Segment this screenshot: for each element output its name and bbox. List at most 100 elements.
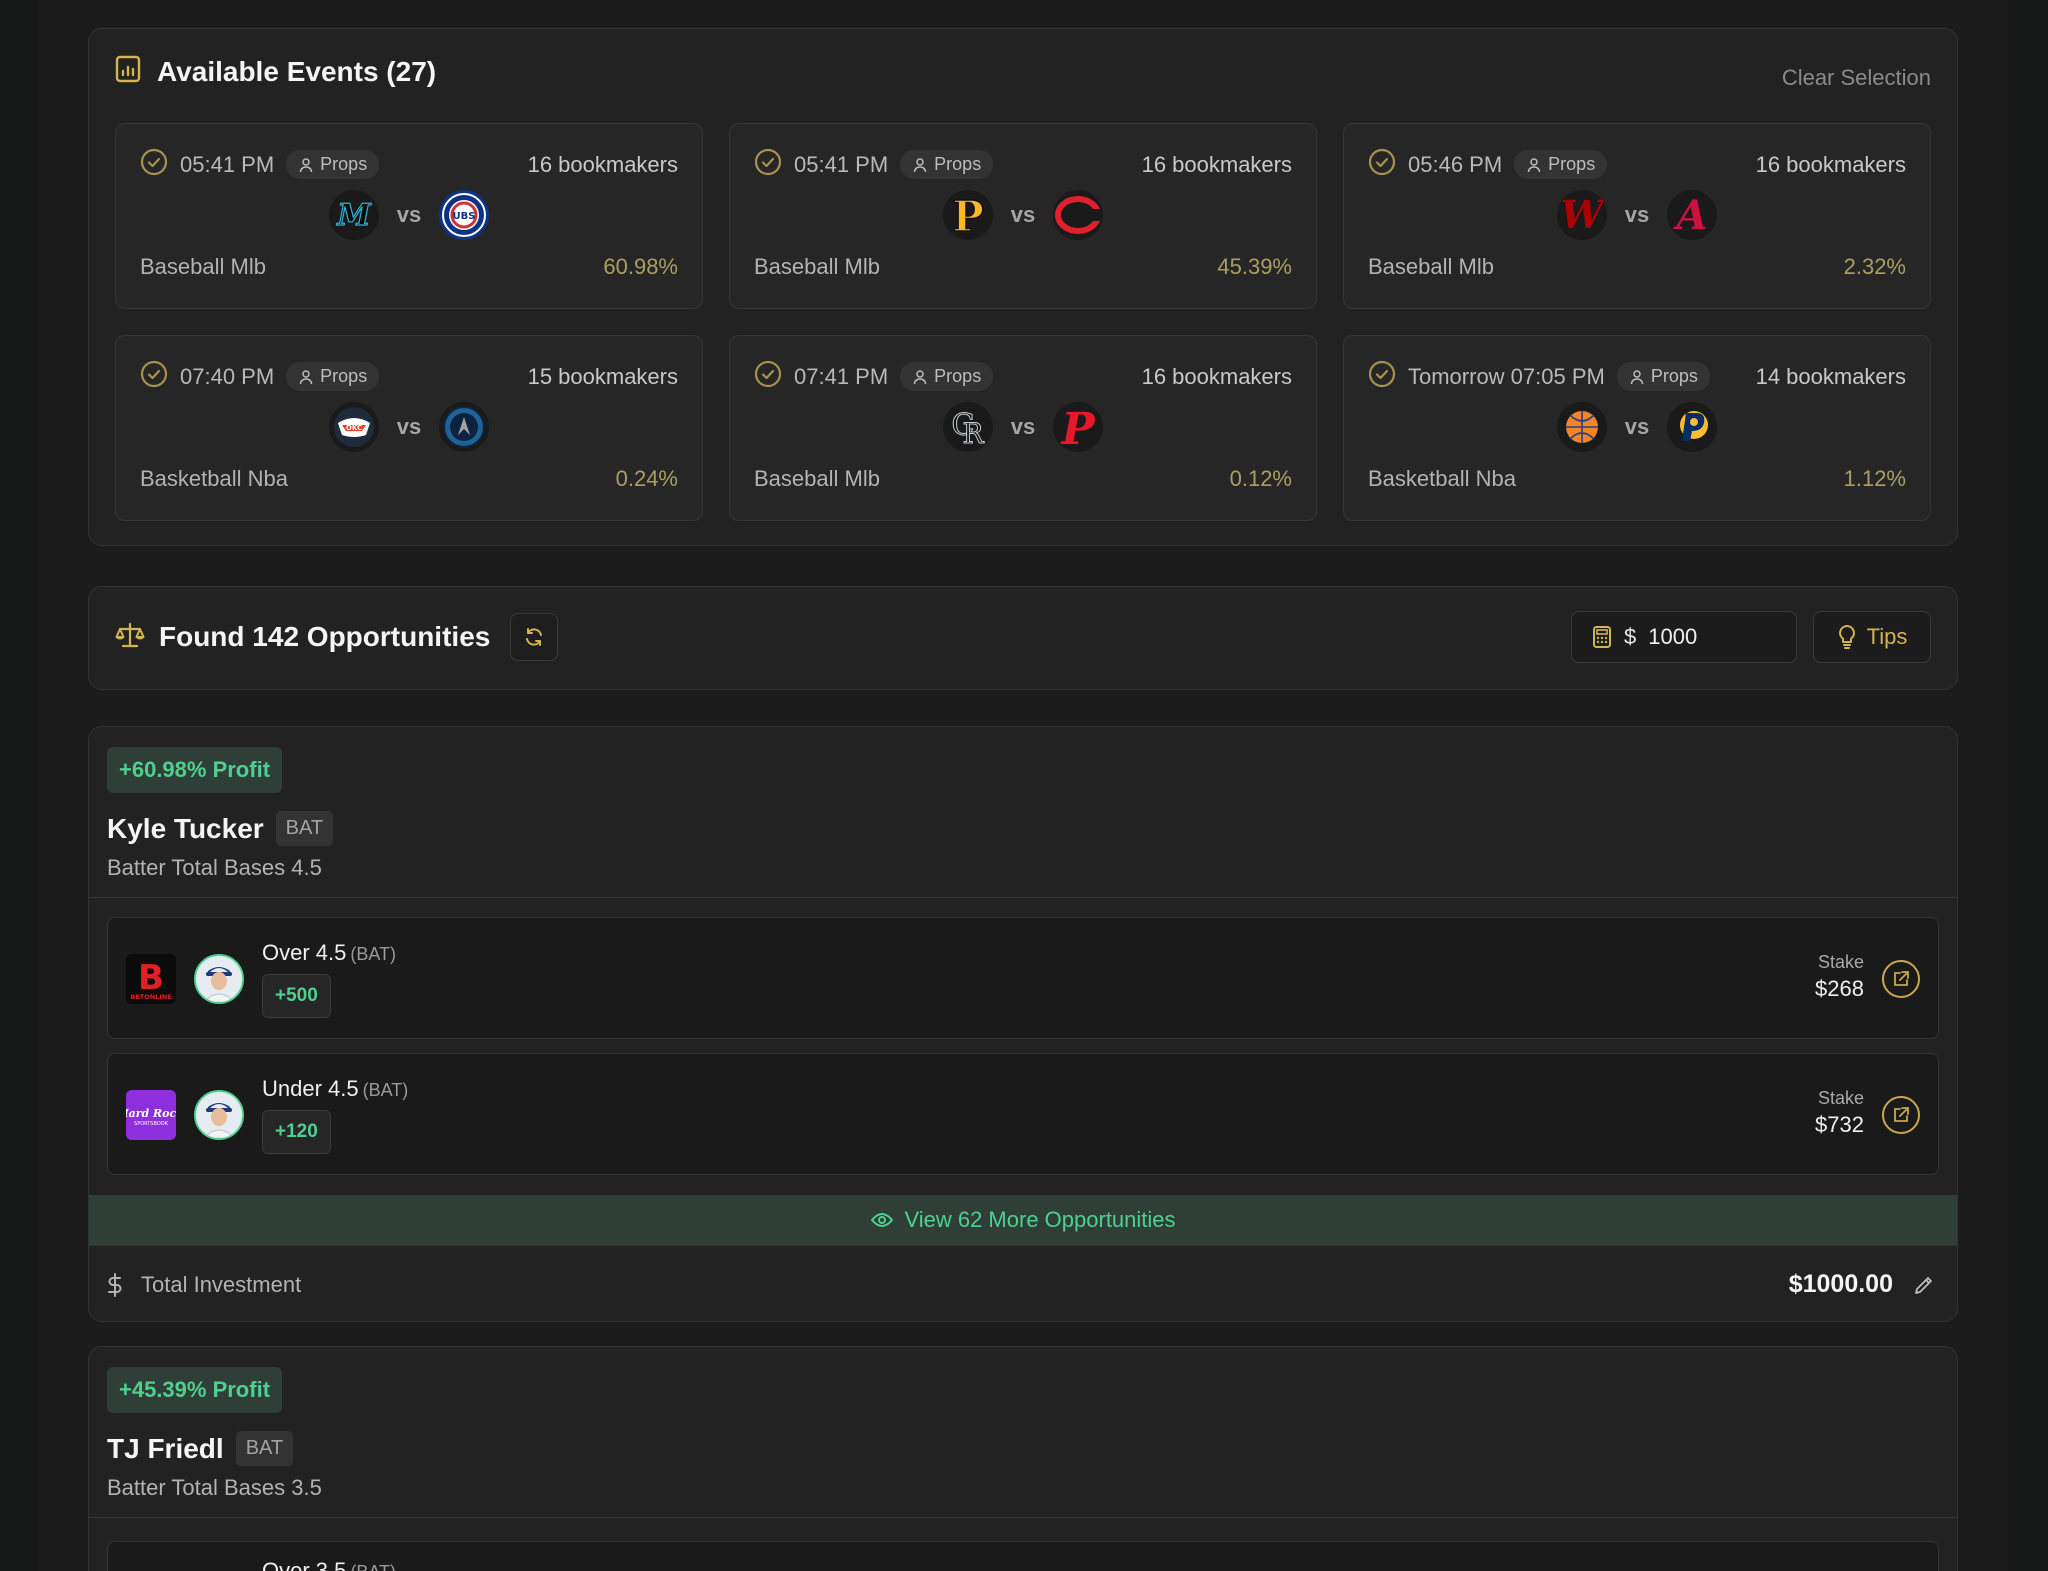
eye-icon: [871, 1213, 894, 1227]
odds-badge: +500: [262, 974, 331, 1018]
bet-row: B BETONLINE Over 4.5 (BAT) +500 Stake $268: [107, 917, 1939, 1039]
player-name: Kyle Tucker: [107, 812, 264, 844]
rockies-logo: CR: [942, 402, 993, 452]
event-league: Basketball Nba: [140, 466, 288, 491]
view-more-button[interactable]: View 62 More Opportunities: [89, 1195, 1957, 1245]
event-profit-percent: 0.24%: [615, 466, 678, 491]
refresh-button[interactable]: [510, 613, 559, 661]
event-league: Baseball Mlb: [754, 254, 880, 279]
event-card[interactable]: 05:41 PM Props 16 bookmakers M vs UBS Ba…: [115, 123, 703, 309]
vs-label: vs: [396, 414, 422, 439]
stake-amount-field[interactable]: $: [1571, 611, 1797, 663]
lightbulb-icon: [1838, 625, 1855, 649]
check-circle-icon: [754, 360, 782, 393]
event-bookmakers: 16 bookmakers: [527, 152, 678, 177]
check-circle-icon: [140, 360, 168, 393]
event-card[interactable]: Tomorrow 07:05 PM Props 14 bookmakers vs…: [1343, 335, 1931, 521]
open-bookmaker-button[interactable]: [1882, 960, 1920, 998]
stake-label: Stake: [1817, 1088, 1864, 1108]
currency-symbol: $: [1624, 624, 1637, 649]
event-league: Baseball Mlb: [1368, 254, 1494, 279]
pencil-icon[interactable]: [1913, 1274, 1935, 1301]
svg-text:Hard Rock: Hard Rock: [126, 1107, 176, 1120]
svg-text:M: M: [336, 198, 371, 233]
event-profit-percent: 60.98%: [603, 254, 678, 279]
event-card[interactable]: 07:40 PM Props 15 bookmakers OKC vs Bask…: [115, 335, 703, 521]
pacers-logo: [1667, 402, 1718, 452]
odds-badge: +120: [262, 1110, 331, 1154]
cubs-logo: UBS: [439, 190, 490, 240]
person-icon: [299, 157, 313, 172]
divider: [89, 897, 1957, 898]
stake-value: $268: [1815, 976, 1864, 1001]
event-time: Tomorrow 07:05 PM: [1408, 363, 1605, 389]
event-bookmakers: 15 bookmakers: [527, 364, 678, 389]
available-events-panel: Available Events (27) Clear Selection 05…: [88, 28, 1958, 546]
bet-row: Over 3.5(BAT): [107, 1541, 1939, 1571]
event-bookmakers: 16 bookmakers: [1755, 152, 1906, 177]
event-profit-percent: 45.39%: [1217, 254, 1292, 279]
clear-selection-button[interactable]: Clear Selection: [1782, 65, 1931, 91]
person-icon: [299, 369, 313, 384]
svg-text:A: A: [1673, 194, 1708, 236]
opportunities-title: Found 142 Opportunities: [159, 621, 491, 652]
tips-button[interactable]: Tips: [1813, 611, 1931, 663]
hardrock-logo: Hard RockSPORTSBOOK: [126, 1090, 176, 1140]
open-bookmaker-button[interactable]: [1882, 1096, 1920, 1134]
vs-label: vs: [1010, 202, 1036, 227]
person-icon: [913, 157, 927, 172]
braves-logo: A: [1667, 190, 1718, 240]
event-card[interactable]: 07:41 PM Props 16 bookmakers CR vs P Bas…: [729, 335, 1317, 521]
tips-label: Tips: [1866, 624, 1908, 649]
report-icon: [115, 55, 141, 88]
stake-value: $732: [1815, 1112, 1864, 1137]
person-icon: [1527, 157, 1541, 172]
total-investment-label: Total Investment: [141, 1272, 302, 1297]
view-more-label: View 62 More Opportunities: [904, 1207, 1176, 1232]
svg-text:SPORTSBOOK: SPORTSBOOK: [134, 1121, 169, 1127]
total-investment-value: $1000.00: [1788, 1270, 1893, 1298]
svg-text:R: R: [962, 417, 984, 449]
svg-text:B: B: [138, 958, 164, 998]
props-badge: Props: [286, 362, 380, 391]
props-badge: Props: [900, 362, 994, 391]
nationals-logo: W: [1556, 190, 1607, 240]
check-circle-icon: [1368, 360, 1396, 393]
props-badge: Props: [1514, 150, 1608, 179]
timberwolves-logo: [439, 402, 490, 452]
scale-icon: [115, 620, 145, 655]
svg-text:P: P: [952, 193, 984, 237]
pirates-logo: P: [942, 190, 993, 240]
bet-selection: Under 4.5 (BAT): [262, 1076, 409, 1101]
bet-row: Hard RockSPORTSBOOK Under 4.5(BAT) +120 …: [107, 1053, 1939, 1175]
event-time: 05:41 PM: [180, 151, 275, 177]
opportunity-card: +60.98% Profit Kyle Tucker BAT Batter To…: [88, 726, 1958, 1322]
player-avatar: [194, 1090, 244, 1140]
vs-label: vs: [1624, 414, 1650, 439]
divider: [89, 1517, 1957, 1518]
svg-text:OKC: OKC: [346, 424, 362, 432]
svg-text:W: W: [1561, 194, 1603, 236]
event-card[interactable]: 05:46 PM Props 16 bookmakers W vs A Base…: [1343, 123, 1931, 309]
position-tag: BAT: [275, 811, 334, 846]
svg-text:UBS: UBS: [453, 211, 476, 222]
stake-amount-input[interactable]: [1648, 624, 1759, 650]
knicks-logo: [1556, 402, 1607, 452]
thunder-logo: OKC: [328, 402, 379, 452]
svg-text:BETONLINE: BETONLINE: [130, 993, 171, 1001]
event-time: 05:41 PM: [794, 151, 889, 177]
event-profit-percent: 1.12%: [1843, 466, 1906, 491]
refresh-icon: [526, 628, 543, 646]
reds-logo: [1053, 190, 1104, 240]
event-league: Baseball Mlb: [754, 466, 880, 491]
total-investment-row: Total Investment $1000.00: [89, 1245, 1957, 1321]
event-time: 07:40 PM: [180, 363, 275, 389]
props-badge: Props: [900, 150, 994, 179]
events-header: Available Events (27): [115, 55, 436, 88]
vs-label: vs: [396, 202, 422, 227]
bet-selection: Over 3.5(BAT): [262, 1558, 396, 1571]
dollar-icon: [108, 1273, 122, 1297]
event-card[interactable]: 05:41 PM Props 16 bookmakers P vs Baseba…: [729, 123, 1317, 309]
stake-label: Stake: [1817, 952, 1864, 972]
profit-badge: +60.98% Profit: [107, 747, 283, 793]
